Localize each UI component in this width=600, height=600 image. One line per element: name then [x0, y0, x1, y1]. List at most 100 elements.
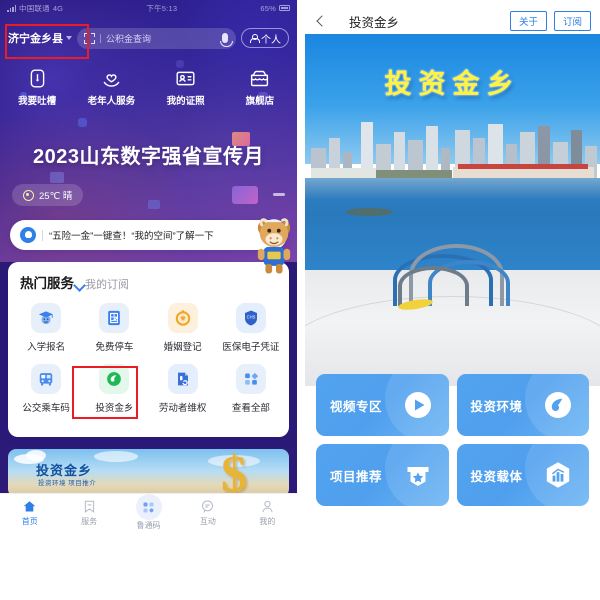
- about-button[interactable]: 关于: [509, 11, 547, 31]
- decor-square: [232, 186, 258, 204]
- my-subscriptions-tab[interactable]: 我的订阅: [85, 276, 129, 292]
- battery-percent: 65%: [260, 3, 276, 13]
- marriage-ring-icon: [167, 303, 198, 333]
- home-icon: [22, 499, 37, 514]
- service-item-labor-rights[interactable]: 劳动者维权: [149, 364, 217, 414]
- notice-bar[interactable]: “五险一金”一键查！“我的空间”了解一下: [10, 220, 287, 250]
- leaf-swoosh-icon: [543, 390, 573, 420]
- signal-icon: [7, 4, 16, 12]
- search-placeholder: 公积金查询: [106, 33, 152, 44]
- tab-label: 服务: [81, 516, 98, 526]
- feature-card-video[interactable]: 视频专区: [316, 374, 449, 436]
- bottom-tab-bar: 首页 服务 鲁通码 互动 我的: [0, 493, 297, 531]
- city-skyline: [305, 120, 600, 178]
- qr-code-icon: [135, 494, 162, 520]
- decor-square: [176, 60, 184, 68]
- hex-chart-icon: [543, 460, 573, 490]
- personal-button[interactable]: 个人: [241, 28, 289, 48]
- grid-more-icon: [235, 364, 266, 394]
- service-label: 免费停车: [95, 342, 134, 353]
- service-item-view-all[interactable]: 查看全部: [217, 364, 285, 414]
- dollar-symbol: $: [221, 449, 247, 497]
- feature-card-label: 投资载体: [470, 469, 523, 484]
- network-label: 4G: [52, 3, 64, 13]
- back-chevron-icon[interactable]: [314, 15, 327, 28]
- battery-icon: [279, 5, 290, 11]
- service-item-medical-insurance[interactable]: CHS 医保电子凭证: [217, 303, 285, 353]
- labor-rights-icon: [167, 364, 198, 394]
- graduation-cap-icon: [31, 303, 62, 333]
- feature-card-environment[interactable]: 投资环境: [456, 374, 589, 436]
- tab-home[interactable]: 首页: [0, 499, 59, 527]
- user-icon: [260, 499, 275, 514]
- feature-card-projects[interactable]: 项目推荐: [316, 444, 449, 506]
- left-phone-screenshot: 中国联通 4G 下午5:13 65% 济宁金乡县 公积金查询 个人 我要吐槽 老…: [0, 0, 297, 531]
- city-selector-highlight-box: [5, 24, 89, 59]
- tab-label: 首页: [21, 516, 38, 526]
- weather-widget[interactable]: 25℃ 晴: [12, 184, 84, 206]
- tab-label: 互动: [199, 516, 216, 526]
- service-item-marriage[interactable]: 婚姻登记: [149, 303, 217, 353]
- quick-action-label: 我的证照: [166, 96, 205, 107]
- subscribe-button[interactable]: 订阅: [553, 11, 591, 31]
- invest-jinxiang-highlight-box: [72, 366, 138, 419]
- carousel-indicator: [273, 193, 285, 196]
- right-status-bar: [305, 0, 600, 11]
- quick-action-label: 旗舰店: [245, 96, 275, 107]
- plaza-ring: [305, 296, 600, 386]
- service-label: 劳动者维权: [158, 403, 207, 414]
- page-title: 投资金乡: [349, 15, 400, 30]
- quick-action-store[interactable]: 旗舰店: [223, 68, 297, 107]
- ad-subtitle: 投资环境 项目推介: [38, 480, 97, 487]
- tab-interaction[interactable]: 互动: [178, 499, 237, 527]
- badge-star-icon: [403, 460, 433, 490]
- microphone-icon[interactable]: [219, 33, 233, 47]
- service-icon: [82, 499, 97, 514]
- cow-mascot-icon: [255, 212, 293, 276]
- play-circle-icon: [403, 390, 433, 420]
- bus-icon: [31, 364, 62, 394]
- quick-action-label: 老年人服务: [87, 96, 136, 107]
- hero-image: 投资金乡: [305, 34, 600, 386]
- search-input[interactable]: 公积金查询: [77, 27, 236, 49]
- feature-card-grid: 视频专区 投资环境 项目推荐 投资载体: [305, 374, 600, 506]
- quick-action-label: 我要吐槽: [18, 96, 57, 107]
- chat-icon: [200, 499, 215, 514]
- carrier-label: 中国联通: [19, 3, 50, 13]
- personal-label: 个人: [261, 34, 281, 46]
- divider: [100, 33, 101, 43]
- hero-title: 投资金乡: [384, 69, 521, 99]
- service-label: 公交乘车码: [22, 403, 70, 414]
- svg-text:CHS: CHS: [246, 315, 255, 320]
- feedback-icon: [27, 68, 48, 89]
- service-item-enrollment[interactable]: 入学报名: [12, 303, 80, 353]
- store-icon: [249, 68, 270, 89]
- hot-services-card: 热门服务 我的订阅 入学报名 免费停车 婚姻登记 CHS 医保电子凭证 公交乘车…: [8, 262, 289, 437]
- feature-card-carriers[interactable]: 投资载体: [456, 444, 589, 506]
- service-label: 查看全部: [231, 403, 270, 414]
- tab-label: 我的: [259, 516, 276, 526]
- status-time: 下午5:13: [146, 3, 178, 13]
- tab-mine[interactable]: 我的: [238, 499, 297, 527]
- status-bar: 中国联通 4G 下午5:13 65%: [0, 0, 297, 16]
- services-grid: 入学报名 免费停车 婚姻登记 CHS 医保电子凭证 公交乘车码 投资金乡 劳动者…: [8, 303, 289, 425]
- quick-action-elderly[interactable]: 老年人服务: [74, 68, 148, 107]
- service-item-free-parking[interactable]: 免费停车: [80, 303, 148, 353]
- invest-jinxiang-ad-banner[interactable]: $ 投资金乡 投资环境 项目推介: [8, 449, 289, 497]
- elderly-care-icon: [101, 68, 122, 89]
- decor-square: [148, 200, 160, 209]
- landmark-sculpture: [388, 240, 524, 312]
- right-phone-screenshot: 投资金乡 关于 订阅 投资金乡 视频专区 投资环境 项目推荐 投资载体: [305, 0, 600, 531]
- divider: [42, 229, 43, 241]
- weather-text: 25℃ 晴: [39, 191, 73, 202]
- quick-action-feedback[interactable]: 我要吐槽: [0, 68, 74, 107]
- service-item-bus-code[interactable]: 公交乘车码: [12, 364, 80, 414]
- service-label: 入学报名: [27, 342, 66, 353]
- tab-service[interactable]: 服务: [59, 499, 118, 527]
- sun-icon: [23, 189, 34, 201]
- tab-lutong-code[interactable]: 鲁通码: [119, 494, 178, 531]
- quick-action-credentials[interactable]: 我的证照: [149, 68, 223, 107]
- cloud-shape: [94, 451, 138, 462]
- user-icon: [249, 33, 260, 43]
- notice-text: “五险一金”一键查！“我的空间”了解一下: [49, 231, 214, 242]
